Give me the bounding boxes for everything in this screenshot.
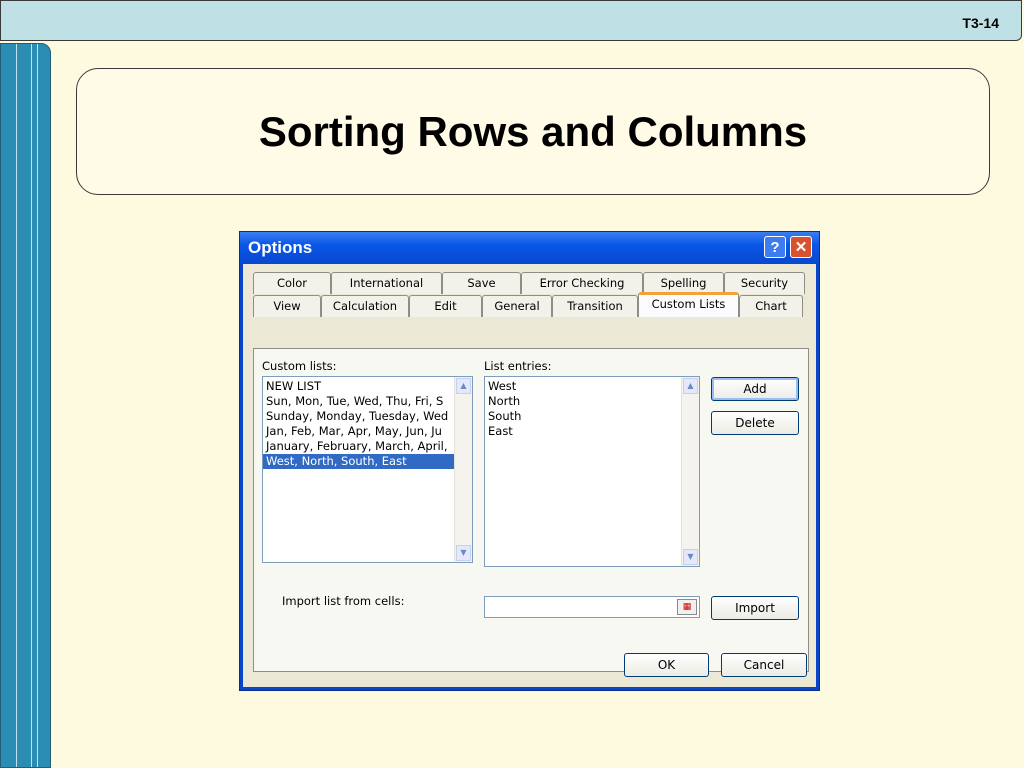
add-button[interactable]: Add bbox=[711, 377, 799, 401]
tab-custom-lists[interactable]: Custom Lists bbox=[638, 292, 739, 317]
close-button[interactable]: ✕ bbox=[790, 236, 812, 258]
tab-edit[interactable]: Edit bbox=[409, 295, 482, 317]
import-list-label: Import list from cells: bbox=[282, 594, 405, 608]
dialog-body: Color International Save Error Checking … bbox=[243, 264, 816, 687]
import-range-value bbox=[485, 601, 488, 615]
import-range-input[interactable]: ▦ bbox=[484, 596, 700, 618]
list-entries-scrollbar[interactable]: ▲ ▼ bbox=[681, 377, 699, 566]
slide-sidebar bbox=[0, 43, 51, 768]
tab-general[interactable]: General bbox=[482, 295, 552, 317]
custom-list-item[interactable]: January, February, March, April, bbox=[263, 439, 455, 454]
list-entry: North bbox=[488, 394, 521, 408]
tab-color[interactable]: Color bbox=[253, 272, 331, 294]
list-entries-textbox[interactable]: West North South East ▲ ▼ bbox=[484, 376, 700, 567]
tab-transition[interactable]: Transition bbox=[552, 295, 638, 317]
list-entry: South bbox=[488, 409, 522, 423]
collapse-dialog-icon[interactable]: ▦ bbox=[677, 599, 697, 615]
slide-title-box: Sorting Rows and Columns bbox=[76, 68, 990, 195]
tab-save[interactable]: Save bbox=[442, 272, 521, 294]
slide-header-bar: T3-14 bbox=[0, 0, 1022, 41]
tab-spelling[interactable]: Spelling bbox=[643, 272, 724, 294]
custom-lists-panel: Custom lists: NEW LIST Sun, Mon, Tue, Wed… bbox=[253, 348, 809, 672]
tab-calculation[interactable]: Calculation bbox=[321, 295, 409, 317]
tab-international[interactable]: International bbox=[331, 272, 442, 294]
custom-list-item[interactable]: Jan, Feb, Mar, Apr, May, Jun, Ju bbox=[263, 424, 455, 439]
tab-view[interactable]: View bbox=[253, 295, 321, 317]
slide-number: T3-14 bbox=[962, 15, 999, 31]
help-button[interactable]: ? bbox=[764, 236, 786, 258]
custom-lists-label: Custom lists: bbox=[262, 359, 337, 373]
custom-list-item[interactable]: West, North, South, East bbox=[263, 454, 455, 469]
custom-lists-scrollbar[interactable]: ▲ ▼ bbox=[454, 377, 472, 562]
options-dialog: Options ? ✕ Color International Save Err… bbox=[239, 231, 820, 691]
custom-lists-listbox[interactable]: NEW LIST Sun, Mon, Tue, Wed, Thu, Fri, SS… bbox=[262, 376, 473, 563]
scroll-up-icon[interactable]: ▲ bbox=[456, 378, 471, 394]
list-entry: East bbox=[488, 424, 513, 438]
tab-chart[interactable]: Chart bbox=[739, 295, 803, 317]
custom-list-item[interactable]: Sunday, Monday, Tuesday, Wed bbox=[263, 409, 455, 424]
slide-title: Sorting Rows and Columns bbox=[258, 107, 808, 155]
cancel-button[interactable]: Cancel bbox=[721, 653, 807, 677]
dialog-title-bar[interactable]: Options ? ✕ bbox=[240, 232, 819, 264]
ok-button[interactable]: OK bbox=[624, 653, 709, 677]
import-button[interactable]: Import bbox=[711, 596, 799, 620]
custom-list-item[interactable]: Sun, Mon, Tue, Wed, Thu, Fri, S bbox=[263, 394, 455, 409]
tab-security[interactable]: Security bbox=[724, 272, 805, 294]
scroll-down-icon[interactable]: ▼ bbox=[683, 549, 698, 565]
scroll-up-icon[interactable]: ▲ bbox=[683, 378, 698, 394]
delete-button[interactable]: Delete bbox=[711, 411, 799, 435]
list-entries-label: List entries: bbox=[484, 359, 552, 373]
dialog-title: Options bbox=[248, 238, 313, 257]
list-entry: West bbox=[488, 379, 517, 393]
scroll-down-icon[interactable]: ▼ bbox=[456, 545, 471, 561]
custom-list-item[interactable]: NEW LIST bbox=[263, 379, 455, 394]
tab-error-checking[interactable]: Error Checking bbox=[521, 272, 643, 294]
